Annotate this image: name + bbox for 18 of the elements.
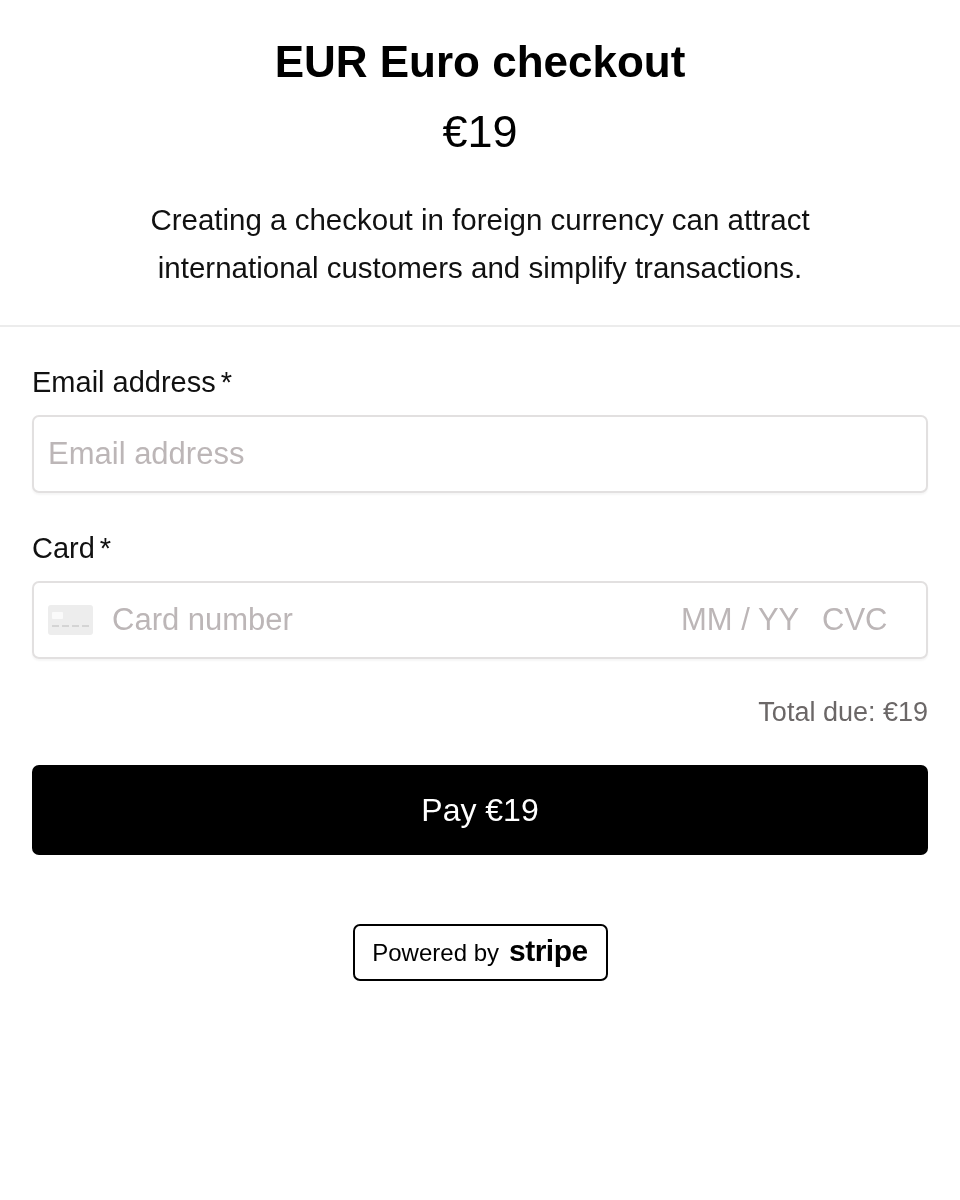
required-mark: * (220, 365, 233, 399)
card-number-input[interactable]: Card number (112, 600, 662, 640)
total-due: Total due: €19 (758, 696, 928, 728)
credit-card-icon (48, 605, 93, 635)
pay-button[interactable]: Pay €19 (32, 765, 928, 855)
expiry-input[interactable]: MM / YY (681, 600, 803, 640)
description: Creating a checkout in foreign currency can attract international customers and simplify transactions. (149, 202, 811, 286)
card-field[interactable]: Card number MM / YY CVC (32, 581, 928, 659)
brand-logo: stripe (509, 935, 588, 967)
field-label: Email address (32, 365, 216, 399)
cvc-input[interactable]: CVC (822, 600, 912, 640)
powered-by-badge[interactable]: Powered by stripe (352, 924, 608, 981)
price: €19 (442, 106, 518, 158)
field-label: Card (32, 531, 95, 565)
checkout-title: EUR Euro checkout (274, 36, 686, 88)
email-input[interactable]: Email address (32, 415, 928, 493)
powered-by-text: Powered by (372, 938, 499, 967)
required-mark: * (99, 531, 112, 565)
